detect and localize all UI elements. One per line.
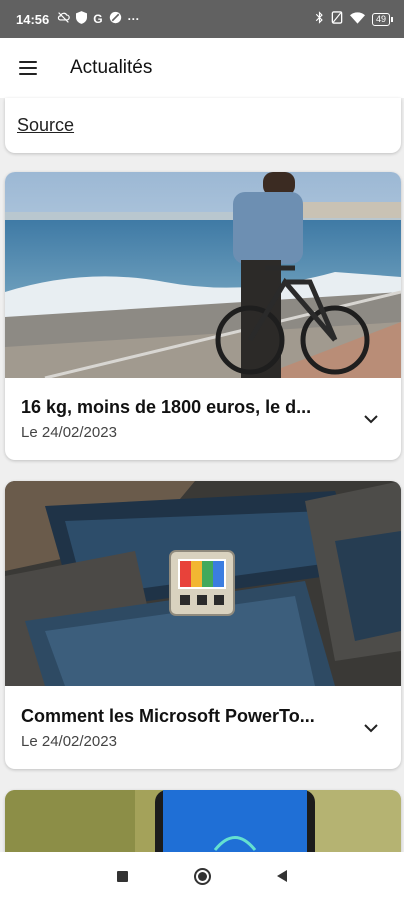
sim-off-icon bbox=[331, 11, 343, 27]
expand-button[interactable] bbox=[359, 716, 383, 740]
recents-icon[interactable] bbox=[117, 870, 128, 882]
status-time: 14:56 bbox=[16, 11, 50, 27]
previous-article-card: Source bbox=[5, 98, 401, 153]
home-icon[interactable] bbox=[194, 867, 211, 885]
article-card[interactable]: 16 kg, moins de 1800 euros, le d... Le 2… bbox=[5, 172, 401, 460]
back-icon[interactable] bbox=[277, 870, 287, 882]
battery-icon: 49 bbox=[371, 12, 394, 26]
menu-button[interactable] bbox=[0, 38, 56, 98]
article-image bbox=[5, 172, 401, 378]
article-title: Comment les Microsoft PowerTo... bbox=[21, 706, 315, 726]
chevron-down-icon bbox=[364, 414, 378, 423]
wifi-icon bbox=[349, 11, 365, 27]
hamburger-icon bbox=[19, 61, 37, 75]
status-left-icons: G ··· bbox=[57, 11, 140, 27]
status-right-icons: 49 bbox=[315, 11, 394, 27]
expand-button[interactable] bbox=[359, 407, 383, 431]
source-link[interactable]: Source bbox=[17, 115, 74, 136]
g-icon: G bbox=[93, 12, 103, 26]
page-title: Actualités bbox=[70, 57, 153, 78]
bluetooth-icon bbox=[315, 11, 324, 27]
article-date: Le 24/02/2023 bbox=[21, 733, 117, 750]
more-icon: ··· bbox=[127, 12, 140, 26]
article-image bbox=[5, 481, 401, 686]
article-date: Le 24/02/2023 bbox=[21, 424, 117, 441]
system-nav-bar bbox=[0, 852, 404, 900]
article-card[interactable]: Comment les Microsoft PowerTo... Le 24/0… bbox=[5, 481, 401, 769]
moon-icon bbox=[109, 11, 122, 27]
status-bar: 14:56 G ··· 49 bbox=[0, 0, 404, 38]
article-title: 16 kg, moins de 1800 euros, le d... bbox=[21, 397, 312, 417]
app-bar: Actualités bbox=[0, 38, 404, 98]
cloud-off-icon bbox=[57, 11, 71, 27]
chevron-down-icon bbox=[364, 723, 378, 732]
shield-icon bbox=[76, 11, 88, 27]
